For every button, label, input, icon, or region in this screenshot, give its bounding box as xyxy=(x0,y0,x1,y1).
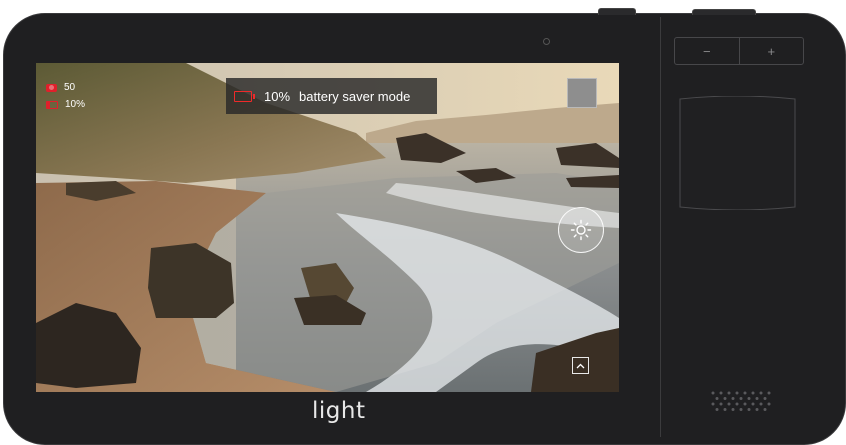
power-button[interactable] xyxy=(692,9,756,15)
front-camera-icon xyxy=(543,38,550,45)
record-icon xyxy=(46,83,57,92)
battery-saver-banner: 10% battery saver mode xyxy=(226,78,437,114)
touchpad[interactable] xyxy=(679,96,796,210)
banner-label: battery saver mode xyxy=(299,88,411,104)
light-logo: light xyxy=(312,398,366,424)
battery-indicator: 10% xyxy=(46,99,85,110)
panel-divider xyxy=(660,17,661,437)
banner-percent: 10% xyxy=(264,88,291,104)
chevron-up-icon xyxy=(576,363,585,368)
viewfinder-screen[interactable]: 50 10% 10% battery saver mode xyxy=(36,63,619,392)
zoom-control[interactable]: − + xyxy=(674,37,804,65)
battery-small-icon xyxy=(46,100,58,109)
expand-button[interactable] xyxy=(572,357,589,374)
battery-icon xyxy=(234,90,255,102)
exposure-sun-icon xyxy=(570,219,592,241)
exposure-button[interactable] xyxy=(558,207,604,253)
gallery-thumbnail[interactable] xyxy=(567,78,597,108)
iso-indicator: 50 xyxy=(46,82,75,93)
zoom-out-button[interactable]: − xyxy=(675,44,739,59)
zoom-in-button[interactable]: + xyxy=(740,44,804,59)
speaker-grille-icon xyxy=(711,391,771,411)
battery-small-percent: 10% xyxy=(65,99,86,110)
shutter-button[interactable] xyxy=(598,8,636,15)
iso-value: 50 xyxy=(64,82,76,93)
